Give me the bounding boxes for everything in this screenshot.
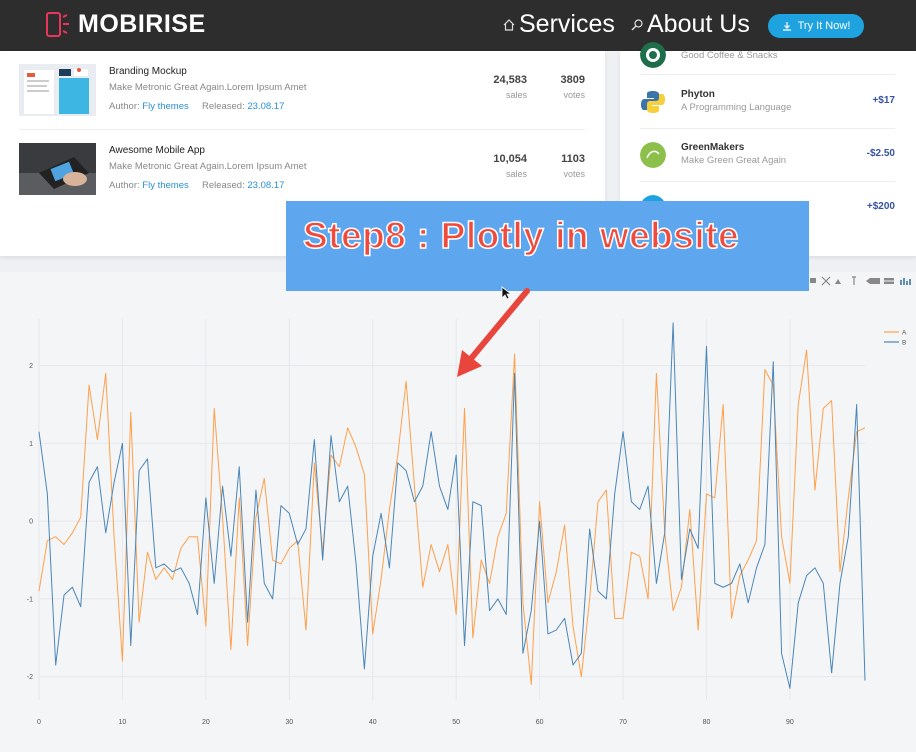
hover-compare-icon[interactable]: [884, 278, 894, 281]
released-date: 23.08.17: [247, 101, 285, 112]
votes-count: 1103: [561, 153, 585, 165]
zoom-out-icon[interactable]: [810, 278, 816, 283]
author-link[interactable]: Fly themes: [142, 180, 188, 191]
nav-link-about[interactable]: About Us: [630, 10, 750, 39]
vendor-amount: +$17: [872, 95, 895, 106]
spike-lines-icon[interactable]: [852, 276, 856, 285]
vendor-row[interactable]: Phyton A Programming Language +$17: [640, 89, 895, 139]
votes-label: votes: [563, 169, 585, 179]
autoscale-icon[interactable]: [821, 276, 831, 286]
nav-link-about-label: About Us: [647, 10, 750, 38]
author-label: Author:: [109, 180, 140, 191]
sales-label: sales: [505, 90, 527, 100]
search-icon: [631, 18, 643, 30]
row-divider: [640, 74, 895, 75]
greenmakers-logo-icon: [640, 142, 666, 168]
plotly-chart-area: [0, 272, 916, 752]
vendor-row[interactable]: GreenMakers Make Green Great Again -$2.5…: [640, 142, 895, 192]
nav-link-services-label: Services: [519, 10, 615, 38]
hover-closest-icon[interactable]: [866, 278, 880, 284]
mouse-cursor-icon: [501, 286, 512, 300]
product-description: Make Metronic Great Again.Lorem Ipsum Am…: [109, 161, 307, 172]
sales-count: 10,054: [493, 153, 527, 165]
try-it-now-button[interactable]: Try It Now!: [768, 14, 864, 38]
released-date: 23.08.17: [247, 180, 285, 191]
released-label: Released:: [201, 180, 245, 191]
row-divider: [640, 181, 895, 182]
product-meta: Author: Fly themes Released: 23.08.17: [109, 101, 284, 112]
product-name[interactable]: Branding Mockup: [109, 66, 187, 77]
reset-axes-icon[interactable]: [835, 279, 841, 284]
nav-link-services[interactable]: Services: [502, 10, 615, 39]
try-it-now-label: Try It Now!: [797, 20, 851, 32]
vendor-amount: -$2.50: [866, 148, 895, 159]
vendor-subtitle: Make Green Great Again: [681, 155, 787, 166]
product-row[interactable]: Branding Mockup Make Metronic Great Agai…: [19, 64, 589, 128]
vendor-name[interactable]: GreenMakers: [681, 142, 744, 153]
sales-label: sales: [505, 169, 527, 179]
row-divider: [19, 129, 585, 130]
chart-modebar: [810, 276, 911, 286]
download-icon: [782, 22, 791, 31]
product-meta: Author: Fly themes Released: 23.08.17: [109, 180, 284, 191]
banner-title: Step8 : Plotly in website: [302, 214, 740, 257]
vendor-subtitle: Good Coffee & Snacks: [681, 50, 778, 61]
votes-label: votes: [563, 90, 585, 100]
product-thumbnail[interactable]: [19, 64, 96, 116]
mobile-logo-icon[interactable]: [44, 12, 72, 38]
tutorial-step-banner: Step8 : Plotly in website: [286, 201, 809, 291]
vendor-amount: +$200: [866, 201, 895, 212]
plotly-logo-icon[interactable]: [900, 278, 911, 285]
starbucks-logo-icon: [640, 42, 666, 68]
row-divider: [640, 128, 895, 129]
brand-name[interactable]: MOBIRISE: [78, 10, 206, 39]
vendor-subtitle: A Programming Language: [681, 102, 792, 113]
product-row[interactable]: Awesome Mobile App Make Metronic Great A…: [19, 143, 589, 207]
author-label: Author:: [109, 101, 140, 112]
home-icon: [503, 18, 515, 31]
vendor-row[interactable]: Good Coffee & Snacks: [640, 42, 895, 92]
author-link[interactable]: Fly themes: [142, 101, 188, 112]
sales-count: 24,583: [493, 74, 527, 86]
released-label: Released:: [201, 101, 245, 112]
product-name[interactable]: Awesome Mobile App: [109, 145, 205, 156]
product-thumbnail[interactable]: [19, 143, 96, 195]
votes-count: 3809: [560, 74, 585, 86]
python-logo-icon: [641, 91, 665, 113]
vendor-name[interactable]: Phyton: [681, 89, 715, 100]
product-description: Make Metronic Great Again.Lorem Ipsum Am…: [109, 82, 307, 93]
